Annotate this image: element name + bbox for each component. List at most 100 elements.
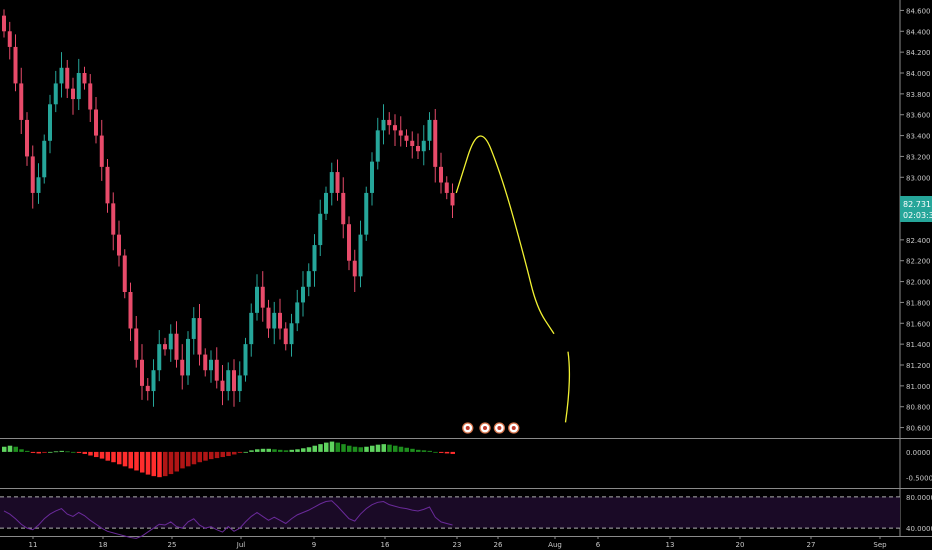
macd-bar <box>226 451 231 457</box>
candle-body <box>312 245 317 272</box>
macd-bar <box>7 445 13 452</box>
candle-body <box>180 359 185 376</box>
candle-body <box>232 370 236 392</box>
date-tick-label: 13 <box>666 541 675 549</box>
candle-body <box>99 135 104 167</box>
candle-body <box>444 182 449 193</box>
macd-bar <box>65 451 70 453</box>
candle-body <box>237 375 242 392</box>
price-tick-label: 83.400 <box>906 133 931 141</box>
candle-body <box>82 73 87 84</box>
macd-bar <box>105 451 110 461</box>
macd-bar <box>76 451 82 453</box>
rsi-band <box>0 496 900 529</box>
macd-bar <box>163 451 168 477</box>
candle-body <box>272 312 277 329</box>
macd-bar <box>352 446 358 452</box>
macd-bar <box>42 451 47 453</box>
date-tick-label: 18 <box>99 541 108 549</box>
candle-body <box>13 46 18 84</box>
candle-body <box>306 271 311 287</box>
candle-body <box>249 312 254 345</box>
macd-bar <box>329 441 335 452</box>
price-tick-label: 84.600 <box>906 7 931 15</box>
candle-body <box>387 119 392 126</box>
flag-icon[interactable] <box>479 422 491 434</box>
event-icon[interactable] <box>462 422 474 434</box>
macd-bar <box>25 450 30 452</box>
macd-bar <box>111 451 116 463</box>
macd-bar <box>404 447 409 452</box>
event-icon[interactable] <box>493 422 506 434</box>
macd-bar <box>427 450 432 452</box>
candle-body <box>94 109 98 136</box>
macd-bar <box>174 451 179 472</box>
macd-bar <box>191 451 197 465</box>
macd-bar <box>364 446 369 452</box>
candle-body <box>358 234 363 277</box>
candle-body <box>404 135 409 141</box>
price-tick-label: 83.600 <box>906 112 931 120</box>
macd-bar <box>94 451 99 458</box>
candle-body <box>65 67 70 89</box>
macd-bar <box>283 450 289 452</box>
candle-body <box>145 385 150 392</box>
macd-bar <box>450 451 455 454</box>
macd-bar <box>186 451 191 467</box>
date-tick-label: Aug <box>548 541 562 549</box>
candle-body <box>393 125 397 131</box>
candle-body <box>364 192 369 235</box>
macd-bar <box>243 451 248 453</box>
candle-body <box>416 146 420 152</box>
candle-body <box>381 119 386 131</box>
candle-body <box>19 83 24 120</box>
candle-body <box>324 192 328 214</box>
flag-icon[interactable] <box>508 422 520 434</box>
rsi-tick-label: 40.0000 <box>906 525 932 533</box>
candle-body <box>197 318 202 355</box>
last-price-tag: 82.731 02:03:38 <box>900 196 932 222</box>
candle-body <box>134 328 139 360</box>
price-tick-label: 82.000 <box>906 279 931 287</box>
trading-chart[interactable]: 84.600 84.400 84.200 84.000 83.800 83.600 83.4… <box>0 0 932 550</box>
price-tick-label: 84.000 <box>906 70 931 78</box>
candle-body <box>59 67 64 84</box>
candle-body <box>370 161 374 193</box>
candle-body <box>260 286 265 308</box>
date-tick-label: 20 <box>736 541 745 549</box>
macd-bar <box>203 451 208 461</box>
candle-body <box>450 192 455 206</box>
macd-bar <box>306 447 312 452</box>
candle-body <box>157 344 162 371</box>
macd-bar <box>214 451 220 459</box>
candle-body <box>220 380 225 392</box>
macd-bar <box>134 451 139 471</box>
macd-bar <box>128 451 133 469</box>
macd-bar <box>381 444 386 452</box>
macd-bar <box>260 448 266 452</box>
macd-bar <box>255 449 260 452</box>
candle-body <box>375 130 380 162</box>
candle-body <box>186 338 190 376</box>
date-tick-label: 11 <box>29 541 38 549</box>
candle-body <box>128 292 133 329</box>
macd-tick-label: -0.5000 <box>906 475 932 483</box>
date-tick-label: 25 <box>168 541 177 549</box>
macd-bar <box>180 451 185 469</box>
candle-body <box>226 370 231 392</box>
macd-bar <box>117 451 122 465</box>
candle-body <box>76 73 81 100</box>
macd-bar <box>324 442 329 452</box>
date-tick-label: 27 <box>807 541 816 549</box>
candle-body <box>410 140 415 146</box>
macd-bar <box>421 450 427 452</box>
macd-bar <box>82 451 87 454</box>
candle-body <box>289 323 294 345</box>
macd-bar <box>347 445 352 452</box>
candle-body <box>427 119 432 141</box>
price-tick-label: 82.200 <box>906 258 931 266</box>
chart-background <box>0 0 932 550</box>
candle-body <box>203 354 208 371</box>
candle-body <box>25 119 29 157</box>
candle-body <box>122 255 127 292</box>
